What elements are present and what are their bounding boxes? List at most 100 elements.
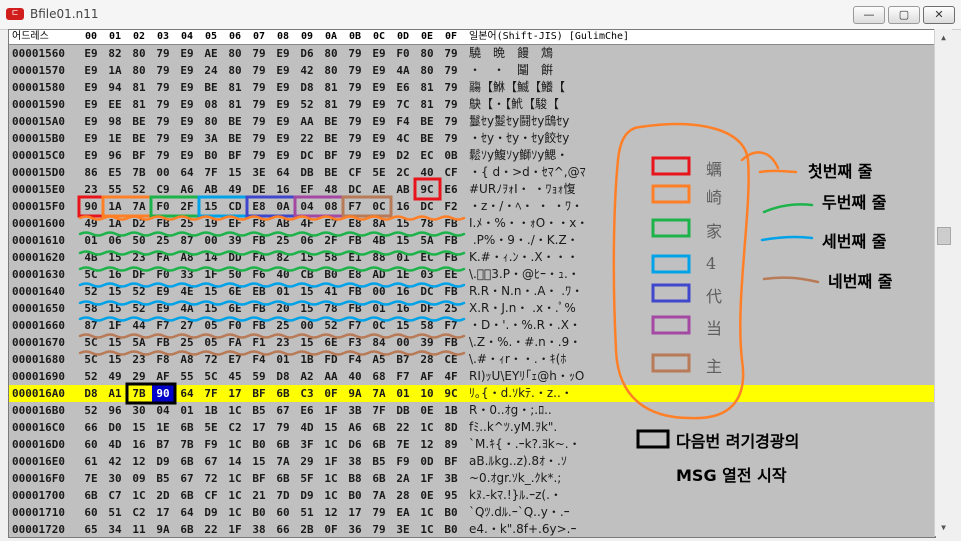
hex-byte[interactable]: 8D bbox=[440, 419, 462, 436]
hex-byte[interactable]: 6B bbox=[176, 419, 198, 436]
hex-byte[interactable]: F7 bbox=[344, 317, 366, 334]
hex-byte[interactable]: 0A bbox=[272, 198, 294, 215]
hex-byte[interactable]: 7E bbox=[392, 436, 414, 453]
hex-byte[interactable]: 2F bbox=[176, 198, 198, 215]
hex-byte[interactable]: 30 bbox=[128, 402, 150, 419]
hex-byte[interactable]: 58 bbox=[320, 249, 342, 266]
hex-byte[interactable]: F7 bbox=[152, 317, 174, 334]
hex-byte[interactable]: AD bbox=[368, 266, 390, 283]
hex-byte[interactable]: 1C bbox=[320, 436, 342, 453]
hex-row[interactable]: 00001580 E9 94 81 79 E9 BE 81 79 E9 D8 81 79 E9 E6 81 79… bbox=[9, 79, 935, 96]
hex-byte[interactable]: 7B bbox=[128, 385, 150, 402]
hex-row[interactable]: 00001630 5C 16 DF F0 33 1F 50 F6 40 CB B0 E8 AD 1E 03 EE… bbox=[9, 266, 935, 283]
hex-byte[interactable]: 79 bbox=[368, 504, 390, 521]
hex-byte[interactable]: 79 bbox=[440, 79, 462, 96]
hex-byte[interactable]: 52 bbox=[128, 181, 150, 198]
hex-byte[interactable]: 79 bbox=[440, 45, 462, 62]
hex-byte[interactable]: 94 bbox=[104, 79, 126, 96]
hex-byte[interactable]: 64 bbox=[272, 164, 294, 181]
hex-byte[interactable]: 3B bbox=[440, 470, 462, 487]
hex-byte[interactable]: 86 bbox=[80, 164, 102, 181]
scroll-down-arrow[interactable]: ▼ bbox=[935, 519, 952, 536]
hex-byte[interactable]: 68 bbox=[368, 368, 390, 385]
hex-byte[interactable]: E9 bbox=[368, 113, 390, 130]
hex-byte[interactable]: 15 bbox=[296, 300, 318, 317]
hex-row[interactable]: 00001570 E9 1A 80 79 E9 24 80 79 E9 42 80 79 E9 4A 80 79… bbox=[9, 62, 935, 79]
hex-byte[interactable]: 79 bbox=[248, 130, 270, 147]
hex-byte[interactable]: 52 bbox=[80, 283, 102, 300]
hex-byte[interactable]: 59 bbox=[248, 368, 270, 385]
hex-byte[interactable]: B0 bbox=[248, 436, 270, 453]
hex-byte[interactable]: 10 bbox=[416, 385, 438, 402]
hex-byte[interactable]: 6B bbox=[176, 453, 198, 470]
hex-byte[interactable]: D0 bbox=[104, 419, 126, 436]
hex-byte[interactable]: E9 bbox=[80, 62, 102, 79]
hex-byte[interactable]: FB bbox=[344, 283, 366, 300]
hex-byte[interactable]: BE bbox=[224, 130, 246, 147]
hex-byte[interactable]: BF bbox=[248, 385, 270, 402]
hex-byte[interactable]: E9 bbox=[80, 45, 102, 62]
hex-byte[interactable]: FB bbox=[152, 334, 174, 351]
hex-byte[interactable]: 80 bbox=[320, 62, 342, 79]
hex-byte[interactable]: E9 bbox=[80, 96, 102, 113]
hex-byte[interactable]: AB bbox=[272, 215, 294, 232]
hex-byte[interactable]: F1 bbox=[248, 334, 270, 351]
hex-byte[interactable]: 80 bbox=[128, 45, 150, 62]
hex-byte[interactable]: CF bbox=[440, 164, 462, 181]
hex-byte[interactable]: E6 bbox=[440, 181, 462, 198]
hex-byte[interactable]: F0 bbox=[152, 266, 174, 283]
hex-byte[interactable]: 6E bbox=[320, 334, 342, 351]
hex-byte[interactable]: 16 bbox=[392, 300, 414, 317]
hex-byte[interactable]: 09 bbox=[128, 470, 150, 487]
hex-byte[interactable]: FB bbox=[248, 232, 270, 249]
hex-byte[interactable]: C2 bbox=[224, 419, 246, 436]
hex-byte[interactable]: 79 bbox=[152, 113, 174, 130]
hex-byte[interactable]: 06 bbox=[296, 232, 318, 249]
hex-byte[interactable]: AF bbox=[152, 368, 174, 385]
hex-byte[interactable]: 55 bbox=[104, 181, 126, 198]
hex-byte[interactable]: 25 bbox=[440, 300, 462, 317]
hex-row[interactable]: 000015F0 90 1A 7A F0 2F 15 CD E8 0A 04 08 F7 0C 16 DC F2… bbox=[9, 198, 935, 215]
hex-byte[interactable]: DE bbox=[248, 181, 270, 198]
hex-row[interactable]: 00001710 60 51 C2 17 64 D9 1C B0 60 51 12 17 79 EA 1C B0… bbox=[9, 504, 935, 521]
hex-byte[interactable]: 87 bbox=[176, 232, 198, 249]
hex-byte[interactable]: 81 bbox=[416, 79, 438, 96]
hex-byte[interactable]: FB bbox=[344, 232, 366, 249]
hex-row[interactable]: 00001670 5C 15 5A FB 25 05 FA F1 23 15 6E F3 84 00 39 FB… bbox=[9, 334, 935, 351]
hex-byte[interactable]: 80 bbox=[416, 45, 438, 62]
hex-byte[interactable]: F4 bbox=[248, 351, 270, 368]
hex-byte[interactable]: E9 bbox=[272, 147, 294, 164]
hex-byte[interactable]: 6B bbox=[80, 487, 102, 504]
hex-byte[interactable]: 01 bbox=[272, 351, 294, 368]
hex-byte[interactable]: E6 bbox=[296, 402, 318, 419]
hex-byte[interactable]: 24 bbox=[200, 62, 222, 79]
hex-byte[interactable]: 60 bbox=[80, 436, 102, 453]
hex-byte[interactable]: E9 bbox=[80, 147, 102, 164]
hex-byte[interactable]: BE bbox=[224, 113, 246, 130]
hex-byte[interactable]: 81 bbox=[224, 79, 246, 96]
hex-byte[interactable]: 00 bbox=[200, 232, 222, 249]
hex-byte[interactable]: 80 bbox=[320, 45, 342, 62]
hex-byte[interactable]: 64 bbox=[176, 164, 198, 181]
hex-byte[interactable]: 78 bbox=[320, 300, 342, 317]
hex-byte[interactable]: 28 bbox=[392, 487, 414, 504]
hex-byte[interactable]: E1 bbox=[344, 249, 366, 266]
hex-byte[interactable]: 12 bbox=[320, 504, 342, 521]
hex-byte[interactable]: 52 bbox=[80, 402, 102, 419]
hex-byte[interactable]: 81 bbox=[320, 96, 342, 113]
hex-byte[interactable]: AA bbox=[296, 113, 318, 130]
hex-byte[interactable]: 52 bbox=[128, 283, 150, 300]
hex-byte[interactable]: 4D bbox=[104, 436, 126, 453]
hex-byte[interactable]: FB bbox=[440, 215, 462, 232]
hex-byte[interactable]: 0E bbox=[416, 487, 438, 504]
hex-byte[interactable]: FB bbox=[440, 232, 462, 249]
hex-byte[interactable]: E9 bbox=[152, 300, 174, 317]
hex-byte[interactable]: 15 bbox=[296, 283, 318, 300]
hex-byte[interactable]: 9A bbox=[152, 521, 174, 537]
hex-byte[interactable]: AF bbox=[416, 368, 438, 385]
hex-byte[interactable]: 50 bbox=[224, 266, 246, 283]
hex-byte[interactable]: 1C bbox=[224, 504, 246, 521]
hex-byte[interactable]: DC bbox=[344, 181, 366, 198]
hex-byte[interactable]: D8 bbox=[80, 385, 102, 402]
hex-byte[interactable]: 79 bbox=[344, 113, 366, 130]
